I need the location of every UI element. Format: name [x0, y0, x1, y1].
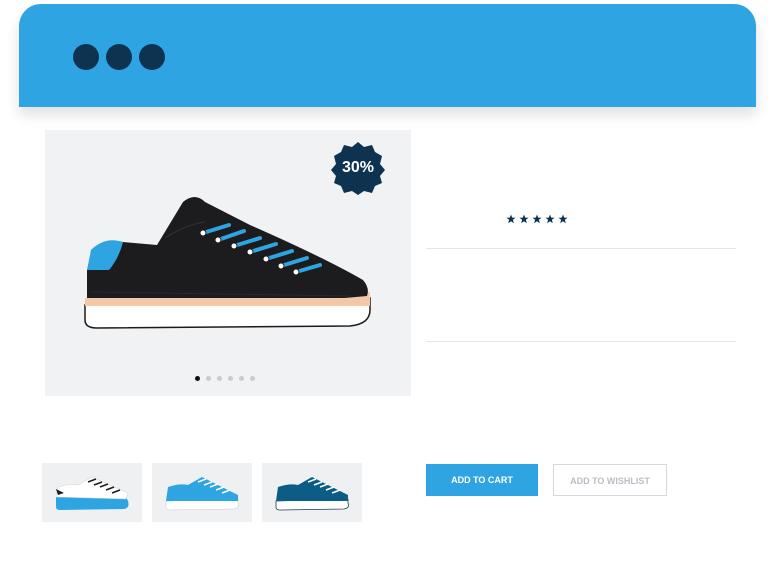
carousel-pager[interactable] — [195, 376, 255, 381]
add-to-wishlist-button[interactable]: ADD TO WISHLIST — [553, 464, 667, 496]
rating-stars — [506, 214, 568, 224]
thumbnail-1[interactable] — [42, 463, 142, 522]
add-to-cart-button[interactable]: ADD TO CART — [426, 464, 538, 496]
carousel-dot-2[interactable] — [206, 376, 211, 381]
star-icon — [506, 214, 516, 224]
teal-sneaker-icon — [275, 477, 349, 511]
star-icon — [519, 214, 529, 224]
carousel-dot-4[interactable] — [228, 376, 233, 381]
product-image[interactable]: 30% — [45, 130, 411, 396]
window-control-dot-3[interactable] — [139, 44, 165, 70]
window-control-dot-2[interactable] — [106, 44, 132, 70]
window-control-dot-1[interactable] — [73, 44, 99, 70]
carousel-dot-6[interactable] — [250, 376, 255, 381]
star-icon — [532, 214, 542, 224]
blue-sneaker-icon — [165, 477, 239, 511]
divider-top — [426, 248, 736, 249]
carousel-dot-1[interactable] — [195, 376, 200, 381]
carousel-dot-3[interactable] — [217, 376, 222, 381]
white-sneaker-icon — [55, 476, 129, 510]
thumbnail-2[interactable] — [152, 463, 252, 522]
discount-badge-label: 30% — [341, 159, 375, 176]
star-icon — [558, 214, 568, 224]
discount-badge: 30% — [330, 140, 386, 196]
carousel-dot-5[interactable] — [239, 376, 244, 381]
thumbnail-3[interactable] — [262, 463, 362, 522]
star-icon — [545, 214, 555, 224]
divider-bottom — [426, 341, 736, 342]
window-header — [19, 4, 756, 107]
